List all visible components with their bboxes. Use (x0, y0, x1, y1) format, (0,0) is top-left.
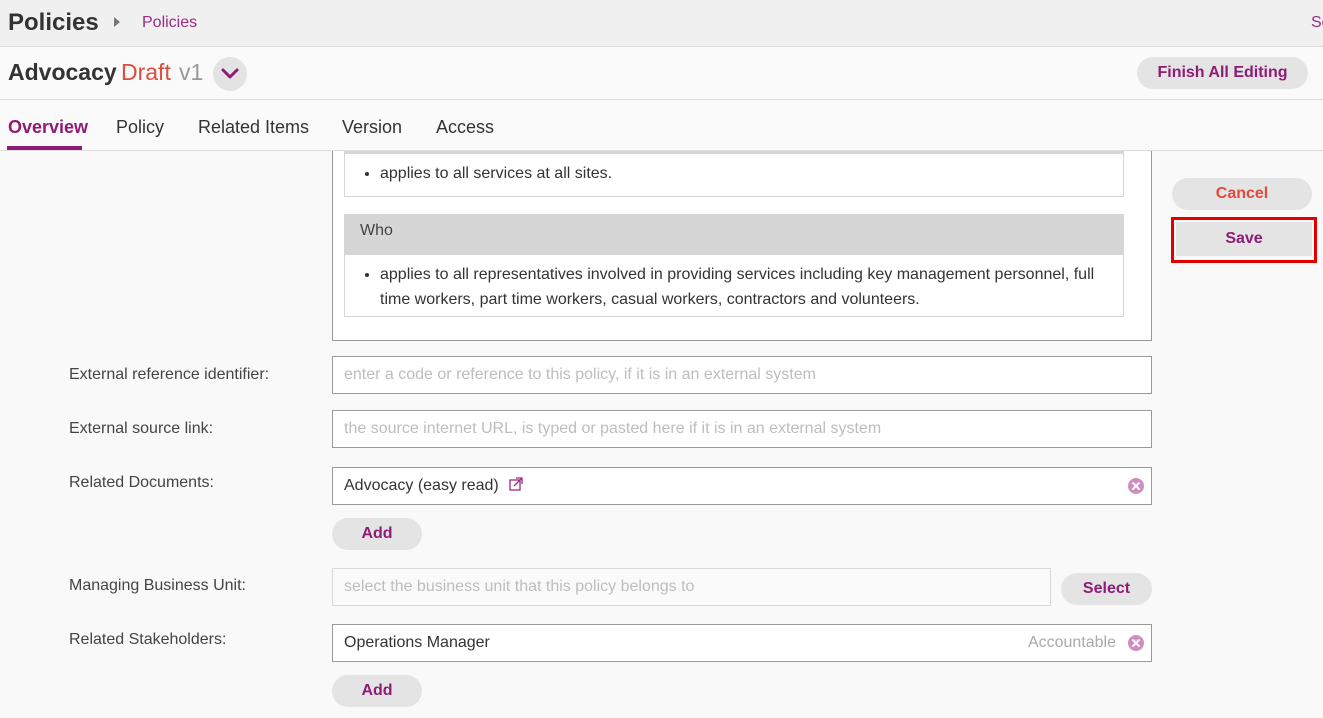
tab-related-items[interactable]: Related Items (198, 117, 309, 138)
tab-version[interactable]: Version (342, 117, 402, 138)
business-unit-input[interactable] (332, 568, 1051, 606)
title-bar: Advocacy Draft v1 Finish All Editing (0, 48, 1323, 100)
scope-item: applies to all services at all sites. (380, 161, 1123, 186)
top-bar: Policies Policies Se (0, 0, 1323, 47)
stakeholders-field: Operations Manager Accountable (332, 624, 1152, 662)
version-dropdown-button[interactable] (213, 57, 247, 91)
ext-link-input[interactable] (332, 410, 1152, 448)
active-tab-indicator (7, 146, 82, 150)
who-heading: Who (345, 215, 1123, 255)
ext-ref-input[interactable] (332, 356, 1152, 394)
status-label: Draft (121, 59, 171, 85)
version-label: v1 (179, 59, 204, 85)
truncated-link[interactable]: Se (1311, 14, 1323, 32)
breadcrumb-arrow-icon (114, 17, 120, 27)
scope-who-section: Who applies to all representatives invol… (344, 214, 1124, 317)
add-document-button[interactable]: Add (332, 518, 422, 550)
policy-title: Advocacy (8, 59, 117, 85)
select-business-unit-button[interactable]: Select (1061, 573, 1152, 605)
save-button[interactable]: Save (1176, 222, 1312, 256)
chevron-down-icon (221, 68, 239, 79)
related-docs-field: Advocacy (easy read) (332, 467, 1152, 505)
remove-stakeholder-icon[interactable] (1128, 635, 1144, 651)
stakeholders-label: Related Stakeholders: (69, 631, 227, 648)
business-unit-label: Managing Business Unit: (69, 577, 246, 594)
scope-item: applies to all representatives involved … (380, 262, 1113, 312)
tab-bar: Overview Policy Related Items Version Ac… (0, 101, 1323, 151)
ext-ref-label: External reference identifier: (69, 366, 270, 383)
ext-link-label: External source link: (69, 420, 214, 437)
stakeholder-name: Operations Manager (344, 634, 490, 651)
scope-content-box[interactable]: applies to all services at all sites. Wh… (332, 151, 1152, 341)
finish-all-editing-button[interactable]: Finish All Editing (1137, 57, 1308, 89)
tab-access[interactable]: Access (436, 117, 494, 138)
tab-policy[interactable]: Policy (116, 117, 164, 138)
app-title: Policies (8, 9, 99, 36)
related-docs-label: Related Documents: (69, 474, 214, 491)
cancel-button[interactable]: Cancel (1172, 178, 1312, 210)
tab-overview[interactable]: Overview (8, 117, 88, 138)
external-link-icon[interactable] (509, 477, 523, 491)
add-stakeholder-button[interactable]: Add (332, 675, 422, 707)
remove-document-icon[interactable] (1128, 478, 1144, 494)
breadcrumb-policies[interactable]: Policies (142, 14, 197, 32)
stakeholder-role: Accountable (1027, 634, 1116, 651)
scope-where-section: applies to all services at all sites. (344, 151, 1124, 197)
related-doc-link[interactable]: Advocacy (easy read) (344, 477, 499, 494)
